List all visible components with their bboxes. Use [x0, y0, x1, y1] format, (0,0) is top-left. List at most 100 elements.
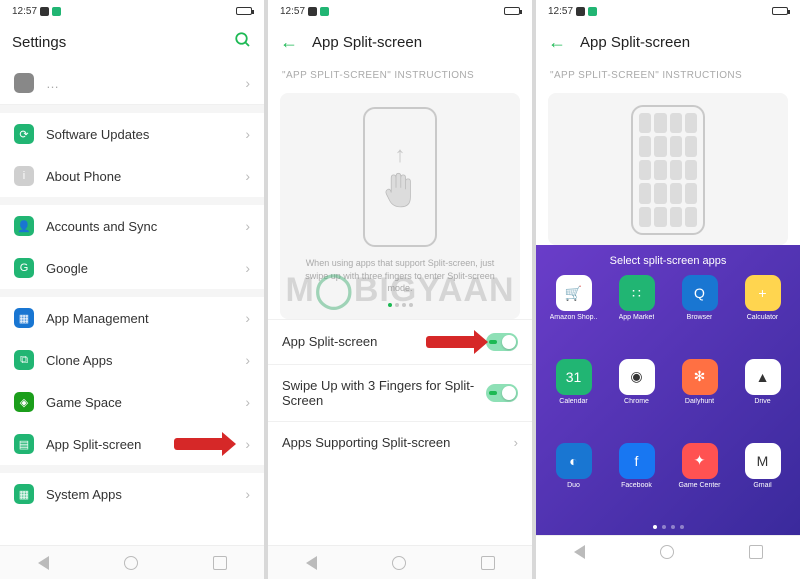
page-title: App Split-screen — [580, 34, 690, 51]
app-gmail[interactable]: MGmail — [733, 443, 792, 521]
nav-bar — [268, 545, 532, 579]
app-label: Browser — [687, 314, 713, 321]
app-icon: ∷ — [619, 275, 655, 311]
toggle-row-app-split-screen[interactable]: App Split-screen — [268, 319, 532, 364]
app-label: Game Center — [678, 482, 720, 489]
app-app-market[interactable]: ∷App Market — [607, 275, 666, 353]
section-subtitle: "APP SPLIT-SCREEN" INSTRUCTIONS — [268, 62, 532, 89]
app-label: Facebook — [621, 482, 652, 489]
app-label: Calculator — [747, 314, 779, 321]
back-icon[interactable]: ← — [548, 32, 566, 53]
list-item-google[interactable]: G Google › — [0, 247, 264, 289]
list-item-software-updates[interactable]: ⟳ Software Updates › — [0, 113, 264, 155]
chevron-right-icon: › — [514, 435, 518, 450]
game-icon: ◈ — [14, 392, 34, 412]
chevron-right-icon: › — [245, 260, 250, 276]
section-subtitle: "APP SPLIT-SCREEN" INSTRUCTIONS — [536, 62, 800, 89]
app-icon: ◐ — [556, 443, 592, 479]
back-icon[interactable]: ← — [280, 32, 298, 53]
page-dots — [388, 303, 413, 307]
nav-home-button[interactable] — [660, 545, 674, 559]
app-drive[interactable]: ▲ Drive — [733, 359, 792, 437]
chevron-right-icon: › — [245, 168, 250, 184]
nav-home-button[interactable] — [392, 556, 406, 570]
nav-back-button[interactable] — [38, 556, 49, 570]
instruction-illustration — [548, 93, 788, 245]
page-dots — [544, 525, 792, 529]
app-label: Drive — [754, 398, 770, 405]
google-icon: G — [14, 258, 34, 278]
chevron-right-icon: › — [245, 310, 250, 326]
toggle-switch[interactable] — [486, 384, 518, 402]
app-duo[interactable]: ◐ Duo — [544, 443, 603, 521]
list-label: Google — [46, 261, 88, 276]
toggle-label: Swipe Up with 3 Fingers for Split-Screen — [282, 378, 486, 408]
list-item-system-apps[interactable]: ▦ System Apps › — [0, 473, 264, 515]
update-icon: ⟳ — [14, 124, 34, 144]
app-label: Chrome — [624, 398, 649, 405]
battery-icon — [236, 7, 252, 15]
nav-back-button[interactable] — [574, 545, 585, 559]
list-label: Software Updates — [46, 127, 149, 142]
status-icon — [588, 7, 597, 16]
toggle-switch[interactable] — [486, 333, 518, 351]
app-icon: 🛒 — [556, 275, 592, 311]
chevron-right-icon: › — [245, 75, 250, 91]
status-icon — [308, 7, 317, 16]
app-label: Duo — [567, 482, 580, 489]
app-browser[interactable]: QBrowser — [670, 275, 729, 353]
list-label: App Split-screen — [46, 437, 141, 452]
app-label: Amazon Shop.. — [550, 314, 598, 321]
list-item-accounts-sync[interactable]: 👤 Accounts and Sync › — [0, 205, 264, 247]
nav-home-button[interactable] — [124, 556, 138, 570]
app-icon: ✦ — [682, 443, 718, 479]
info-icon: i — [14, 166, 34, 186]
search-icon[interactable] — [234, 31, 252, 53]
phone-3-select-apps: 12:57 ← App Split-screen "APP SPLIT-SCRE… — [536, 0, 800, 579]
app-grid: 🛒 Amazon Shop.. ∷App MarketQBrowser+Calcul… — [544, 275, 792, 521]
app-icon: ✻ — [682, 359, 718, 395]
list-item-clone-apps[interactable]: ⧉ Clone Apps › — [0, 339, 264, 381]
status-icon — [576, 7, 585, 16]
apps-icon: ▦ — [14, 308, 34, 328]
app-calculator[interactable]: +Calculator — [733, 275, 792, 353]
battery-icon — [772, 7, 788, 15]
section-divider — [0, 289, 264, 297]
toggle-row-swipe-3-fingers[interactable]: Swipe Up with 3 Fingers for Split-Screen — [268, 364, 532, 421]
list-item[interactable]: …› — [0, 62, 264, 105]
hand-swipe-icon — [380, 168, 420, 213]
nav-recents-button[interactable] — [749, 545, 763, 559]
list-label: Accounts and Sync — [46, 219, 157, 234]
nav-bar — [0, 545, 264, 579]
app-icon: ▲ — [745, 359, 781, 395]
list-label: About Phone — [46, 169, 121, 184]
battery-icon — [504, 7, 520, 15]
app-dailyhunt[interactable]: ✻ Dailyhunt — [670, 359, 729, 437]
list-item-app-management[interactable]: ▦ App Management › — [0, 297, 264, 339]
list-item-game-space[interactable]: ◈ Game Space › — [0, 381, 264, 423]
status-icon — [320, 7, 329, 16]
status-bar: 12:57 — [0, 0, 264, 22]
app-amazon-shop-[interactable]: 🛒 Amazon Shop.. — [544, 275, 603, 353]
list-item-app-split-screen[interactable]: ▤ App Split-screen › — [0, 423, 264, 465]
chevron-right-icon: › — [245, 436, 250, 452]
app-facebook[interactable]: fFacebook — [607, 443, 666, 521]
section-divider — [0, 105, 264, 113]
nav-recents-button[interactable] — [213, 556, 227, 570]
three-phone-composite: 12:57 Settings …› ⟳ Software Updates › i… — [0, 0, 800, 579]
header: Settings — [0, 22, 264, 62]
list-label: Clone Apps — [46, 353, 113, 368]
app-chrome[interactable]: ◉Chrome — [607, 359, 666, 437]
arrow-up-icon: ↑ — [395, 142, 406, 168]
nav-back-button[interactable] — [306, 556, 317, 570]
app-calendar[interactable]: 31Calendar — [544, 359, 603, 437]
app-label: Dailyhunt — [685, 398, 714, 405]
header: ← App Split-screen — [536, 22, 800, 62]
toggle-label: App Split-screen — [282, 334, 486, 349]
nav-recents-button[interactable] — [481, 556, 495, 570]
row-apps-supporting-split[interactable]: Apps Supporting Split-screen › — [268, 421, 532, 463]
clone-icon: ⧉ — [14, 350, 34, 370]
list-item-about-phone[interactable]: i About Phone › — [0, 155, 264, 197]
app-game-center[interactable]: ✦ Game Center — [670, 443, 729, 521]
panel-title: Select split-screen apps — [544, 255, 792, 267]
